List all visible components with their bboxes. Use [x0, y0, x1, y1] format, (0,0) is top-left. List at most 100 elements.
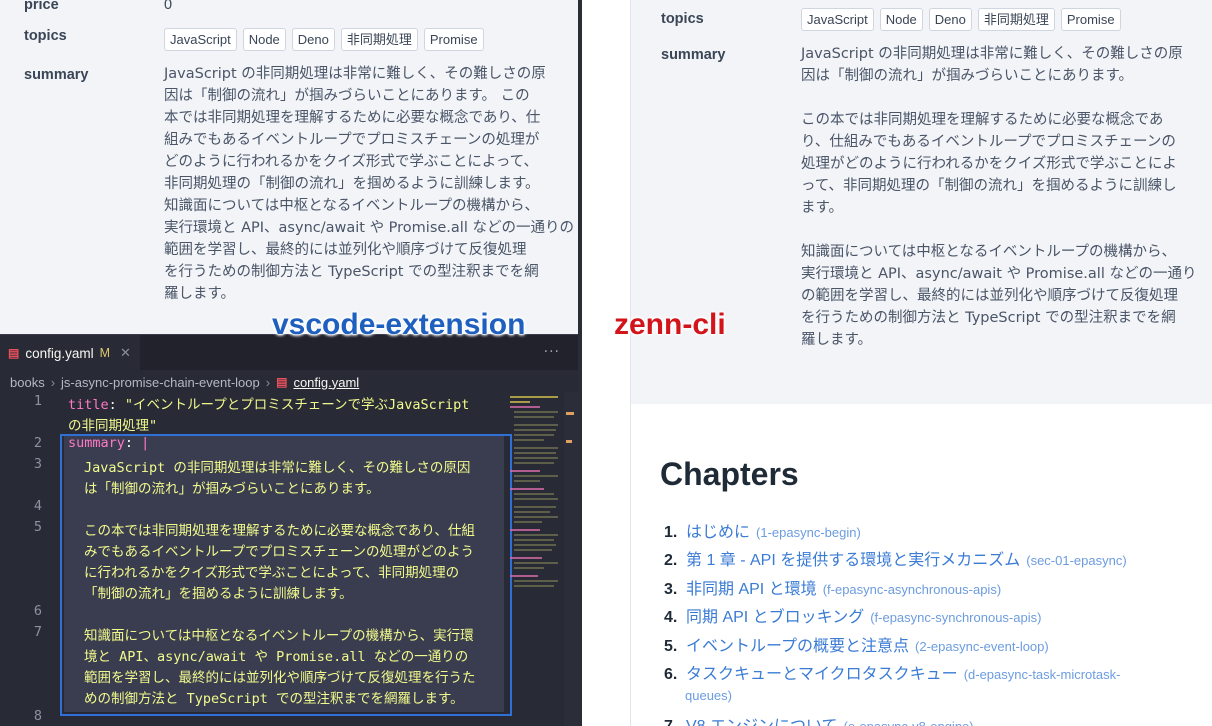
price-value: 0: [164, 0, 173, 13]
chapter-item[interactable]: 3. 非同期 API と環境 (f-epasync-asynchronous-api…: [664, 575, 1001, 599]
breadcrumb-item[interactable]: books: [10, 375, 45, 390]
line-number: 6: [33, 603, 42, 619]
line-number: 2: [33, 435, 42, 451]
summary-line: JavaScript の非同期処理は非常に難しく、その難しさの原: [164, 66, 546, 82]
tab-label: config.yaml: [25, 345, 94, 361]
scroll-cursor-marker: [566, 412, 574, 415]
chapter-item[interactable]: 1. はじめに (1-epasync-begin): [664, 518, 861, 542]
chapter-link[interactable]: イベントループの概要と注意点: [686, 638, 909, 655]
topic-chip: Promise: [1060, 8, 1121, 31]
code-line-1: title: "イベントループとプロミスチェーンで学ぶJavaScript: [68, 397, 470, 413]
yaml-file-icon: ▤: [8, 346, 20, 360]
chapter-number: 7.: [664, 718, 686, 726]
summary-line: どのように行われるかをクイズ形式で学ぶことによって、: [164, 154, 538, 170]
chapter-slug: (2-epasync-event-loop): [915, 639, 1049, 654]
zenn-book-meta-panel: topics JavaScript Node Deno 非同期処理 Promis…: [630, 0, 1212, 404]
topics-chips: JavaScript Node Deno 非同期処理 Promise: [801, 8, 1121, 31]
summary-line: [801, 87, 1196, 109]
topics-key: topics: [661, 11, 704, 27]
chapter-number: 1.: [664, 524, 678, 541]
topics-key: topics: [24, 28, 67, 44]
line-number: 1: [33, 393, 42, 409]
summary-line: 羅します。: [801, 332, 873, 348]
chapter-item[interactable]: 2. 第 1 章 - API を提供する環境と実行メカニズム (sec-01-epa…: [664, 546, 1127, 570]
chapter-link[interactable]: 同期 API とブロッキング: [686, 609, 864, 626]
topic-chip: JavaScript: [801, 8, 874, 31]
line-number: 4: [33, 498, 42, 514]
chapter-slug: (f-epasync-asynchronous-apis): [822, 582, 1002, 597]
summary-line: この本では非同期処理を理解するために必要な概念であ: [801, 112, 1164, 128]
topic-chip: Node: [879, 8, 923, 31]
content-border: [630, 404, 631, 726]
yaml-value: "イベントループとプロミスチェーンで学ぶJavaScript: [124, 397, 470, 413]
summary-key: summary: [661, 47, 726, 63]
chapter-item[interactable]: 4. 同期 API とブロッキング (f-epasync-synchronous-a…: [664, 603, 1041, 627]
summary-line: 因は「制御の流れ」が掴みづらいことにあります。: [801, 68, 1134, 84]
breadcrumb-item[interactable]: js-async-promise-chain-event-loop: [61, 375, 260, 390]
vscode-preview-panel: price 0 topics JavaScript Node Deno 非同期処…: [0, 0, 578, 334]
topic-chip: 非同期処理: [977, 8, 1055, 31]
summary-line: 知識面については中枢となるイベントループの機構から、: [801, 244, 1176, 260]
chapter-number: 3.: [664, 581, 678, 598]
summary-line: 本では非同期処理を理解するために必要な概念であり、仕: [164, 110, 541, 126]
chapter-slug: (d-epasync-task-microtask-: [963, 667, 1121, 682]
chapter-link[interactable]: 第 1 章 - API を提供する環境と実行メカニズム: [686, 552, 1020, 569]
vscode-extension-label: vscode-extension: [271, 308, 526, 342]
summary-line: 非同期処理の「制御の流れ」を掴めるように訓練します。: [164, 176, 540, 192]
breadcrumb: books › js-async-promise-chain-event-loo…: [10, 372, 359, 392]
chapter-slug: (1-epasync-begin): [756, 525, 861, 540]
summary-line: JavaScript の非同期処理は非常に難しく、その難しさの原: [801, 46, 1183, 62]
chapter-slug: (f-epasync-synchronous-apis): [870, 610, 1042, 625]
zenn-cli-label: zenn-cli: [614, 308, 727, 342]
topic-chip: 非同期処理: [340, 28, 418, 51]
chapters-heading: Chapters: [660, 456, 799, 492]
summary-line: 知識面については中枢となるイベントループの機構から、: [164, 198, 539, 214]
scroll-cursor-marker: [566, 440, 572, 443]
chapter-number: 5.: [664, 638, 678, 655]
chapter-slug: (e-epasync-v8-engine): [844, 719, 974, 726]
summary-key: summary: [24, 67, 89, 83]
summary-line: を行うための制御方法と TypeScript での型注釈までを網: [164, 264, 539, 280]
summary-line: り、仕組みでもあるイベントループでプロミスチェーンの: [801, 134, 1176, 150]
summary-text: JavaScript の非同期処理は非常に難しく、その難しさの原 因は「制御の流…: [164, 63, 574, 305]
yaml-file-icon: ▤: [276, 375, 288, 389]
summary-line: ます。: [801, 200, 844, 216]
minimap[interactable]: [508, 392, 564, 726]
summary-line: 範囲を学習し、最終的には並列化や順序づけて反復処理: [164, 242, 527, 258]
code-line-1-wrap: の非同期処理": [68, 418, 158, 434]
chapter-link[interactable]: 非同期 API と環境: [686, 581, 817, 598]
chapter-link[interactable]: V8 エンジンについて: [686, 718, 838, 726]
summary-line: 処理がどのように行われるかをクイズ形式で学ぶことによ: [801, 156, 1177, 172]
chapter-link[interactable]: はじめに: [686, 524, 750, 541]
zenn-margin: [582, 0, 630, 726]
chapter-slug: (sec-01-epasync): [1026, 553, 1127, 568]
breadcrumb-item[interactable]: config.yaml: [293, 375, 359, 390]
more-actions-icon[interactable]: ···: [544, 344, 560, 360]
chapter-number: 2.: [664, 552, 678, 569]
chapter-item[interactable]: 5. イベントループの概要と注意点 (2-epasync-event-loop): [664, 632, 1049, 656]
topic-chip: JavaScript: [164, 28, 237, 51]
summary-line: 因は「制御の流れ」が掴みづらいことにあります。 この: [164, 88, 530, 104]
highlight-box: [60, 434, 512, 716]
line-number: 3: [33, 456, 42, 472]
summary-line: 羅します。: [164, 286, 236, 302]
summary-line: の範囲を学習し、最終的には並列化や順序づけて反復処理: [801, 288, 1178, 304]
summary-line: 組みでもあるイベントループでプロミスチェーンの処理が: [164, 132, 540, 148]
chapter-slug-wrap: queues): [685, 688, 732, 703]
summary-text: JavaScript の非同期処理は非常に難しく、その難しさの原 因は「制御の流…: [801, 43, 1196, 351]
summary-line: [801, 219, 1196, 241]
summary-line: を行うための制御方法と TypeScript での型注釈までを網: [801, 310, 1176, 326]
chapter-number: 4.: [664, 609, 678, 626]
yaml-key: title: [68, 397, 109, 413]
modified-indicator: M: [99, 346, 111, 360]
editor-tab-config-yaml[interactable]: ▤ config.yaml M ✕: [0, 335, 140, 371]
close-icon[interactable]: ✕: [120, 345, 131, 361]
chevron-right-icon: ›: [50, 374, 56, 390]
topic-chip: Deno: [291, 28, 335, 51]
chapter-item[interactable]: 7.V8 エンジンについて (e-epasync-v8-engine): [664, 712, 974, 726]
summary-line: って、非同期処理の「制御の流れ」を掴めるように訓練し: [801, 178, 1177, 194]
chapter-link[interactable]: タスクキューとマイクロタスクキュー: [686, 666, 958, 683]
chapter-item[interactable]: 6. タスクキューとマイクロタスクキュー (d-epasync-task-micro…: [664, 660, 1121, 703]
line-number: 5: [33, 519, 42, 535]
topic-chip: Promise: [423, 28, 484, 51]
